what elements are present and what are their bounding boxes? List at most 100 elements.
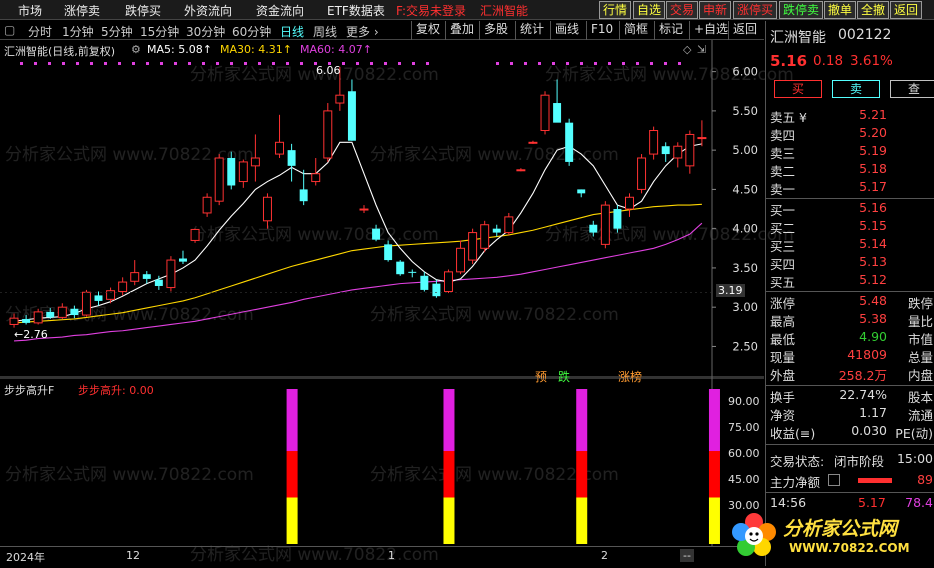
candle-body <box>504 216 514 234</box>
signal-dot <box>76 62 79 65</box>
menu-foreign-flow[interactable]: 外资流向 <box>184 2 232 19</box>
y-tick-label: 4.50 <box>732 182 758 196</box>
x-scroll[interactable]: -- <box>680 549 694 562</box>
tab-cancel-order[interactable]: 撤单 <box>824 1 857 19</box>
tab-cancel-all[interactable]: 全撤 <box>857 1 890 19</box>
tab-back[interactable]: 返回 <box>890 1 923 19</box>
stat-row: 外盘 258.2万 内盘 <box>770 368 933 383</box>
candle-body <box>540 94 550 132</box>
main-flow-row[interactable]: 主力净额 89 <box>766 472 934 490</box>
stat-row: 最高 5.38 量比 <box>770 311 933 329</box>
ask-row[interactable]: 卖一 5.17 <box>766 179 934 197</box>
period-5min[interactable]: 5分钟 <box>101 23 133 40</box>
divider <box>766 291 934 292</box>
menu-market[interactable]: 市场 <box>18 2 42 19</box>
back-button[interactable]: 返回 <box>728 21 761 40</box>
query-button[interactable]: 查 <box>890 80 934 98</box>
signal-bar-red <box>286 451 298 498</box>
candlestick-chart[interactable]: 2.50 3.00 3.50 4.00 4.50 5.00 5.50 6.00 <box>0 40 764 378</box>
ask-row[interactable]: 卖三 5.19 <box>766 143 934 161</box>
y-tick-label: 6.00 <box>732 65 758 79</box>
signal-bar-magenta <box>286 389 298 451</box>
bid-row[interactable]: 买二 5.15 <box>766 218 934 236</box>
signal-dot <box>258 62 261 65</box>
login-notice[interactable]: F:交易未登录 <box>396 2 466 19</box>
ma60-line <box>13 222 703 342</box>
tab-watchlist[interactable]: 自选 <box>633 1 666 19</box>
flow-bar <box>858 478 892 483</box>
signal-dot <box>20 62 23 65</box>
overlay-button[interactable]: 叠加 <box>445 21 478 40</box>
menu-capital-flow[interactable]: 资金流向 <box>256 2 304 19</box>
candle-body <box>262 196 272 222</box>
stats-button[interactable]: 统计 <box>515 21 548 40</box>
diamond-icon[interactable]: ◇ <box>683 43 691 56</box>
candle-body <box>432 283 441 297</box>
low-label: ←2.76 <box>14 328 48 341</box>
period-30min[interactable]: 30分钟 <box>186 23 225 40</box>
settings-icon[interactable]: ⚙ <box>131 43 141 56</box>
adjust-button[interactable]: 复权 <box>411 21 444 40</box>
divider <box>766 492 934 493</box>
signal-dot <box>566 62 569 65</box>
tab-trade[interactable]: 交易 <box>666 1 699 19</box>
multi-stock-button[interactable]: 多股 <box>479 21 512 40</box>
expand-icon[interactable]: ⇲ <box>697 43 706 56</box>
period-15min[interactable]: 15分钟 <box>140 23 179 40</box>
f10-button[interactable]: F10 <box>586 21 617 40</box>
candle-body <box>528 141 538 144</box>
candle-body <box>456 247 466 273</box>
mark-button[interactable]: 标记 <box>654 21 687 40</box>
ask-row[interactable]: 卖二 5.18 <box>766 161 934 179</box>
candle-body <box>81 291 91 316</box>
sell-button[interactable]: 卖 <box>832 80 880 98</box>
ma30-label: MA30: 4.31↑ <box>220 43 292 56</box>
simple-frame-button[interactable]: 简框 <box>619 21 652 40</box>
tab-limit-up-buy[interactable]: 涨停买 <box>733 1 778 19</box>
stock-label: 汇洲智能 <box>480 4 529 18</box>
signal-dot <box>104 62 107 65</box>
candle-body <box>166 259 176 289</box>
bid-row[interactable]: 买四 5.13 <box>766 254 934 272</box>
signal-bar-magenta <box>443 389 455 451</box>
candle-body <box>685 133 695 167</box>
signal-dot <box>230 62 233 65</box>
signal-bar-yellow <box>443 497 455 544</box>
bid-row[interactable]: 买五 5.12 <box>766 272 934 290</box>
candle-body <box>323 110 333 159</box>
tab-limit-down-sell[interactable]: 跌停卖 <box>779 1 824 19</box>
ma5-line <box>13 141 703 322</box>
candle-body <box>33 311 43 324</box>
menu-limit-down-buy[interactable]: 跌停买 <box>125 2 161 19</box>
period-60min[interactable]: 60分钟 <box>232 23 271 40</box>
y-tick-label: 3.00 <box>732 300 758 314</box>
stat-row: 换手 22.74% 股本 <box>770 387 933 405</box>
signal-dot <box>188 62 191 65</box>
candle-body <box>311 173 321 183</box>
signal-dot <box>538 62 541 65</box>
draw-line-button[interactable]: 画线 <box>550 21 583 40</box>
period-weekly[interactable]: 周线 <box>313 23 337 40</box>
bid-row[interactable]: 买一 5.16 <box>766 200 934 218</box>
ask-row[interactable]: 卖四 5.20 <box>766 125 934 143</box>
ask-row[interactable]: 卖五 ¥5.21 <box>766 107 934 125</box>
y-tick-label: 3.50 <box>732 261 758 275</box>
tab-apply-new[interactable]: 申新 <box>699 1 732 19</box>
menu-limit-up-sell[interactable]: 涨停卖 <box>64 2 100 19</box>
collapse-icon[interactable]: ▢ <box>4 23 15 37</box>
period-more[interactable]: 更多 › <box>346 23 379 40</box>
candle-body <box>589 224 598 233</box>
period-tick[interactable]: 分时 <box>28 23 52 40</box>
ind-ytick: 60.00 <box>728 447 760 460</box>
period-daily[interactable]: 日线 <box>280 23 304 40</box>
divider <box>766 444 934 445</box>
buy-button[interactable]: 买 <box>774 80 822 98</box>
period-1min[interactable]: 1分钟 <box>62 23 94 40</box>
quote-panel: 汇洲智能 002122 5.16 0.18 3.61% 买 卖 查 卖五 ¥5.… <box>765 21 934 566</box>
info-icon[interactable] <box>828 474 840 486</box>
add-watchlist-button[interactable]: +自选 <box>689 21 732 40</box>
indicator-chart[interactable] <box>0 378 764 546</box>
tab-quote[interactable]: 行情 <box>599 1 632 19</box>
menu-etf-table[interactable]: ETF数据表 <box>327 2 385 19</box>
bid-row[interactable]: 买三 5.14 <box>766 236 934 254</box>
